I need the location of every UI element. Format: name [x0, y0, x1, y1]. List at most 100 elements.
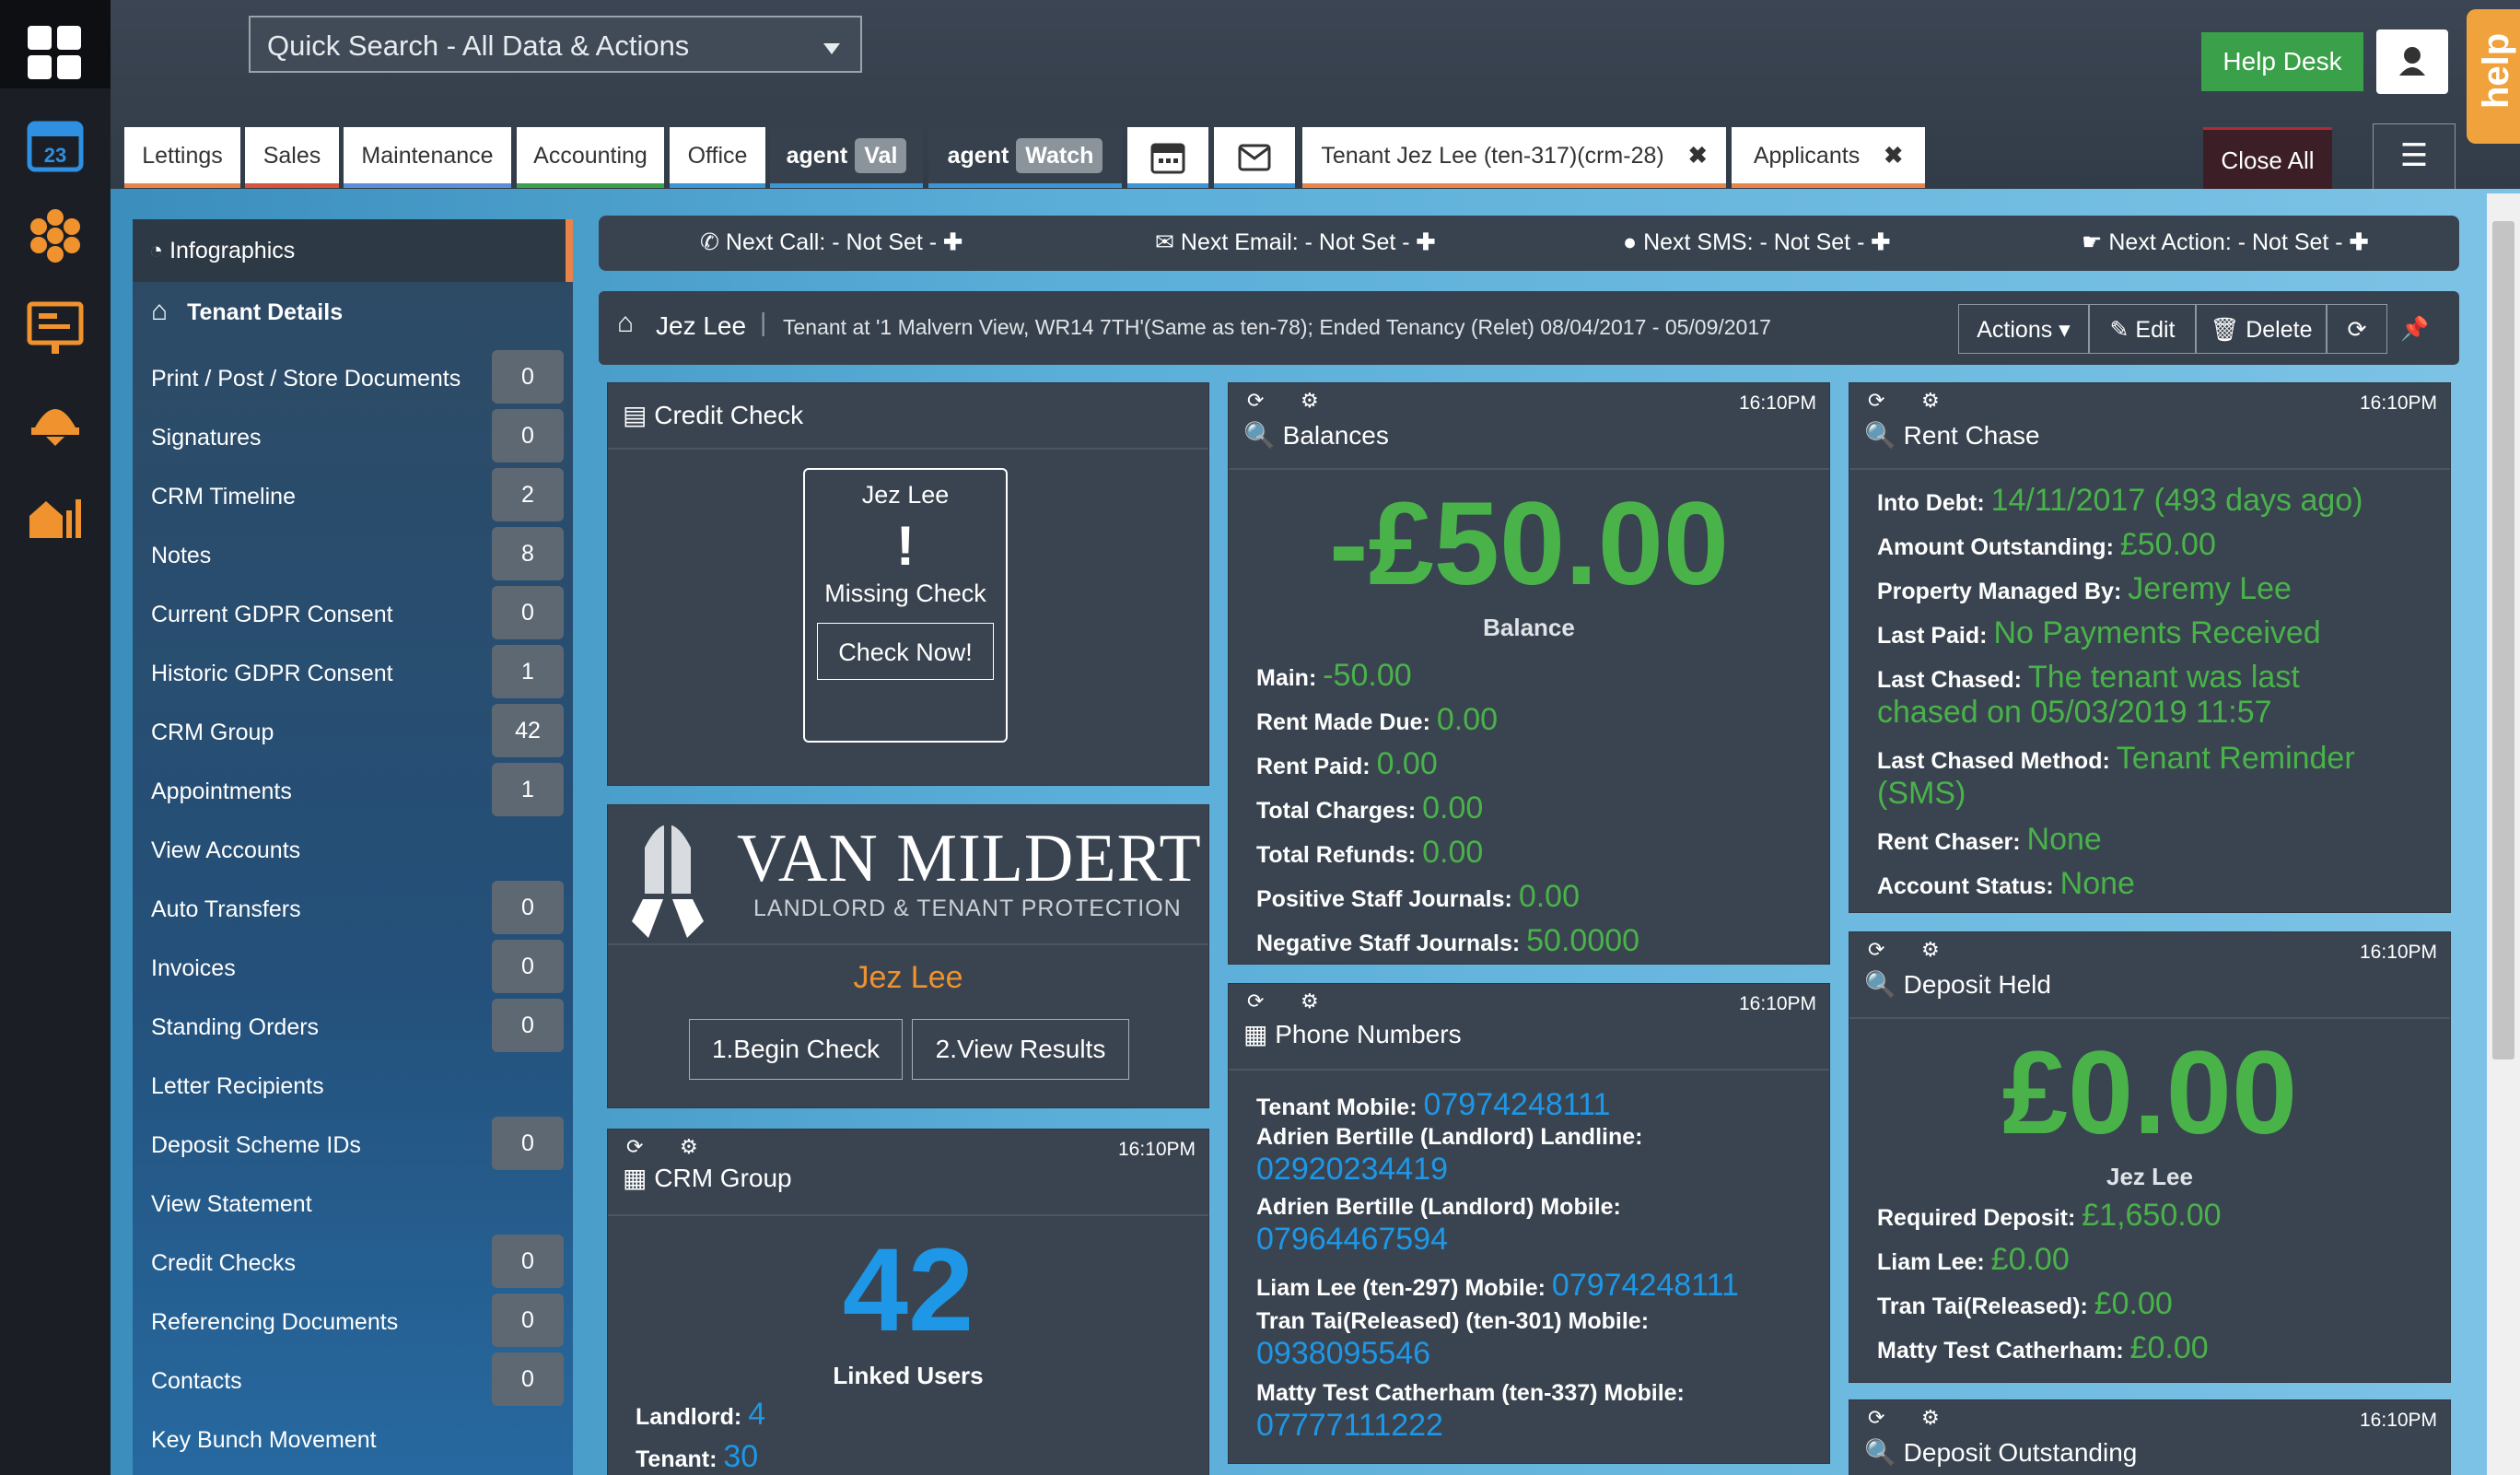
refresh-icon[interactable]: ⟳ [1868, 389, 1884, 413]
row-value: chased on 05/03/2019 11:57 [1877, 695, 2272, 730]
balances-title: Balances [1282, 421, 1389, 450]
sidebar-count-badge: 0 [492, 940, 564, 993]
refresh-icon[interactable]: ⟳ [2327, 304, 2387, 354]
sidebar-item[interactable]: Letter Recipients [151, 1073, 324, 1100]
sidebar-item[interactable]: Credit Checks [151, 1250, 296, 1277]
sidebar-item[interactable]: CRM Timeline [151, 484, 296, 510]
scrollbar[interactable] [2487, 193, 2520, 1475]
hexagon-cluster-icon[interactable] [26, 206, 85, 265]
sidebar-item[interactable]: CRM Group [151, 720, 274, 746]
refresh-icon[interactable]: ⟳ [1868, 938, 1884, 962]
trash-icon: 🗑 [2210, 317, 2240, 343]
sidebar-item[interactable]: View Statement [151, 1191, 312, 1218]
close-icon[interactable]: ✖ [1688, 143, 1708, 169]
edit-button[interactable]: ✎ Edit [2089, 304, 2196, 354]
tab-agent-val[interactable]: agent Val [770, 127, 923, 188]
gear-icon[interactable]: ⚙ [1921, 938, 1940, 962]
tab-calendar[interactable] [1127, 127, 1208, 188]
add-icon[interactable]: ✚ [2350, 229, 2369, 255]
panel-time: 16:10PM [2360, 942, 2438, 963]
tab-lettings[interactable]: Lettings [124, 127, 240, 188]
sidebar-item[interactable]: Invoices [151, 955, 236, 982]
gear-icon[interactable]: ⚙ [1921, 389, 1940, 413]
sidebar-item[interactable]: Contacts [151, 1368, 242, 1395]
phone-number[interactable]: 07974248111 [1423, 1087, 1610, 1122]
user-button[interactable] [2376, 29, 2448, 94]
property-chart-icon[interactable] [26, 483, 85, 542]
begin-check-button[interactable]: 1.Begin Check [689, 1019, 903, 1080]
chevron-down-icon[interactable] [823, 43, 840, 54]
refresh-icon[interactable]: ⟳ [1247, 389, 1264, 413]
tab-office[interactable]: Office [670, 127, 765, 188]
view-results-button[interactable]: 2.View Results [912, 1019, 1129, 1080]
phone-number[interactable]: 02920234419 [1256, 1152, 1448, 1187]
refresh-icon[interactable]: ⟳ [1247, 989, 1264, 1013]
refresh-icon[interactable]: ⟳ [626, 1135, 643, 1159]
edit-label: Edit [2135, 317, 2176, 343]
row-value: £50.00 [2119, 527, 2216, 562]
phone-number[interactable]: 07974248111 [1552, 1268, 1739, 1303]
quick-search-input[interactable]: Quick Search - All Data & Actions [249, 16, 862, 73]
sidebar-item-infographics[interactable]: ◔ Infographics [133, 219, 573, 282]
balance-row: Rent Paid: 0.00 [1256, 746, 1438, 782]
sidebar-item[interactable]: Signatures [151, 425, 262, 451]
sidebar-item[interactable]: Key Bunch Movement [151, 1427, 377, 1454]
phone-number[interactable]: 07777111222 [1256, 1408, 1443, 1443]
gear-icon[interactable]: ⚙ [680, 1135, 698, 1159]
phone-number[interactable]: 0938095546 [1256, 1336, 1430, 1371]
next-email[interactable]: ✉ Next Email: - Not Set - ✚ [1155, 228, 1435, 256]
pin-icon[interactable]: 📌 [2387, 304, 2443, 354]
tab-tenant-jez-lee[interactable]: Tenant Jez Lee (ten-317)(crm-28) ✖ [1302, 127, 1726, 188]
amount-outstanding-row: Amount Outstanding: £50.00 [1877, 527, 2216, 563]
next-action[interactable]: ☛ Next Action: - Not Set - ✚ [2082, 228, 2369, 256]
next-sms[interactable]: ● Next SMS: - Not Set - ✚ [1623, 228, 1890, 256]
sidebar-item[interactable]: View Accounts [151, 837, 300, 864]
tab-accounting[interactable]: Accounting [517, 127, 664, 188]
add-icon[interactable]: ✚ [1871, 229, 1890, 255]
tab-maintenance[interactable]: Maintenance [344, 127, 511, 188]
gear-icon[interactable]: ⚙ [1921, 1406, 1940, 1430]
sidebar-item[interactable]: Print / Post / Store Documents [151, 366, 461, 392]
delete-button[interactable]: 🗑 Delete [2196, 304, 2327, 354]
sidebar-item[interactable]: Current GDPR Consent [151, 602, 393, 628]
tab-sales[interactable]: Sales [245, 127, 339, 188]
sidebar-count-badge: 0 [492, 1352, 564, 1406]
tenant-count-row: Tenant: 30 [636, 1439, 758, 1475]
help-desk-button[interactable]: Help Desk [2201, 32, 2363, 91]
add-icon[interactable]: ✚ [943, 229, 962, 255]
next-call[interactable]: ✆ Next Call: - Not Set - ✚ [700, 228, 962, 256]
sidebar-item[interactable]: Historic GDPR Consent [151, 661, 393, 687]
hardhat-icon[interactable] [26, 391, 85, 450]
deposit-held-amount: £0.00 [2001, 1027, 2298, 1159]
hamburger-menu-icon[interactable]: ☰ [2373, 123, 2456, 190]
tab-applicants[interactable]: Applicants ✖ [1732, 127, 1925, 188]
user-icon [2399, 47, 2425, 76]
val-pill: Val [855, 138, 907, 173]
phone-number[interactable]: 07964467594 [1256, 1222, 1448, 1257]
add-icon[interactable]: ✚ [1417, 229, 1436, 255]
tab-mail[interactable] [1214, 127, 1295, 188]
help-tab[interactable]: help [2467, 9, 2520, 144]
phone-label: Tenant Mobile: [1256, 1095, 1418, 1120]
sidebar-item-tenant-details[interactable]: ⌂ Tenant Details [133, 282, 573, 341]
gear-icon[interactable]: ⚙ [1301, 989, 1319, 1013]
calendar-icon[interactable]: 23 [26, 114, 85, 173]
refresh-icon[interactable]: ⟳ [1868, 1406, 1884, 1430]
accounts-board-icon[interactable] [26, 299, 85, 357]
scrollbar-thumb[interactable] [2492, 221, 2514, 1059]
deposit-held-name: Jez Lee [2106, 1163, 2193, 1190]
sidebar-item[interactable]: Auto Transfers [151, 896, 301, 923]
close-all-button[interactable]: Close All [2203, 127, 2332, 190]
sidebar-item[interactable]: Standing Orders [151, 1014, 319, 1041]
tab-agent-watch[interactable]: agent Watch [928, 127, 1122, 188]
sidebar-item[interactable]: Referencing Documents [151, 1309, 398, 1336]
mail-icon [1238, 144, 1271, 171]
actions-dropdown-button[interactable]: Actions ▾ [1958, 304, 2089, 354]
check-now-button[interactable]: Check Now! [817, 623, 994, 680]
gear-icon[interactable]: ⚙ [1301, 389, 1319, 413]
close-icon[interactable]: ✖ [1884, 143, 1903, 169]
sidebar-item[interactable]: Notes [151, 543, 211, 569]
sidebar-item[interactable]: Deposit Scheme IDs [151, 1132, 361, 1159]
app-grid-icon[interactable] [0, 0, 111, 88]
sidebar-item[interactable]: Appointments [151, 778, 292, 805]
